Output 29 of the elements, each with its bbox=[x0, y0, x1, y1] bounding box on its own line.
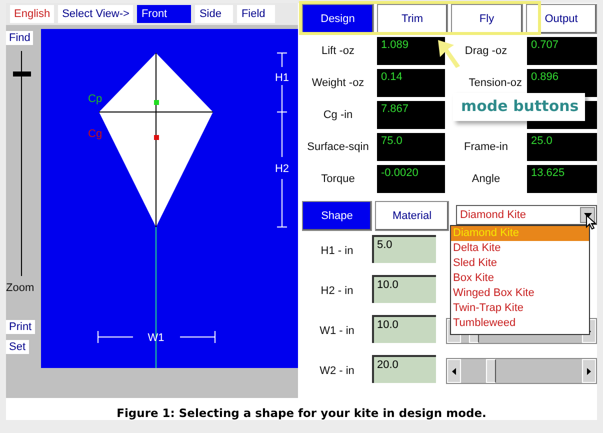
callout-label: mode buttons bbox=[453, 93, 585, 121]
readout-value: 0.707 bbox=[527, 37, 597, 65]
zoom-label: Zoom bbox=[6, 282, 34, 294]
h2-label: H2 bbox=[274, 163, 290, 175]
readout-value: 75.0 bbox=[377, 133, 445, 161]
readout-value: -0.0020 bbox=[377, 165, 445, 193]
dimension-label: H2 - in bbox=[320, 285, 354, 297]
readout-label: Weight -oz bbox=[312, 77, 364, 89]
readout-value: 25.0 bbox=[527, 133, 597, 161]
readout-value: 0.14 bbox=[377, 69, 445, 97]
readout-label: Tension-oz bbox=[468, 77, 523, 89]
figure-caption: Figure 1: Selecting a shape for your kite in design mode. bbox=[6, 398, 597, 420]
readout-value: 13.625 bbox=[527, 165, 597, 193]
dimension-label: W1 - in bbox=[318, 325, 356, 337]
dimension-label: W2 - in bbox=[318, 365, 356, 377]
readout-value: 7.867 bbox=[377, 101, 445, 129]
cg-label: Cg bbox=[88, 128, 102, 140]
readout-label: Cg -in bbox=[323, 109, 353, 121]
readout-label: Torque bbox=[321, 173, 355, 185]
view-label: Select View-> bbox=[58, 5, 134, 23]
readout-label: Drag -oz bbox=[464, 45, 508, 57]
readout-value: 1.089 bbox=[377, 37, 445, 65]
readout-label: Frame-in bbox=[464, 141, 508, 153]
cp-label: Cp bbox=[88, 93, 102, 105]
readout-label: Lift -oz bbox=[321, 45, 354, 57]
readout-label: Surface-sqin bbox=[307, 141, 369, 153]
h1-label: H1 bbox=[274, 72, 290, 84]
readout-label: Angle bbox=[472, 173, 500, 185]
dimension-label: H1 - in bbox=[320, 245, 354, 257]
